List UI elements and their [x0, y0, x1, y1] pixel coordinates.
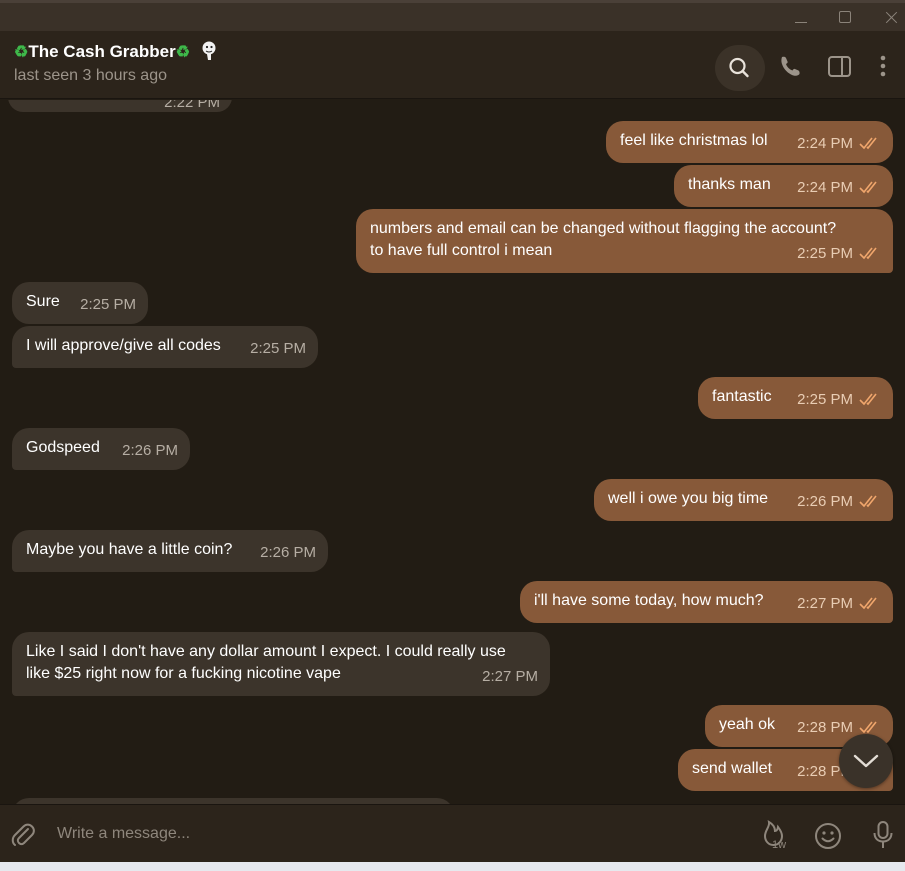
telegram-window: ♻The Cash Grabber♻ last seen 3 hours ago [0, 0, 905, 862]
attach-button[interactable] [9, 820, 37, 848]
read-ticks-icon [859, 247, 877, 260]
face-emoji-icon [202, 41, 216, 60]
maximize-button[interactable] [822, 3, 868, 31]
more-options-button[interactable] [866, 49, 902, 85]
message-time: 2:27 PM [482, 668, 538, 685]
message-time: 2:27 PM [797, 595, 853, 612]
message-time: 2:26 PM [260, 544, 316, 561]
message-text: Like I said I don't have any dollar amou… [26, 643, 506, 682]
read-ticks-icon [859, 393, 877, 406]
message-bubble[interactable]: Like I said I don't have any dollar amou… [12, 632, 550, 696]
side-panel-icon [828, 56, 851, 77]
chat-title[interactable]: ♻The Cash Grabber♻ [14, 41, 217, 62]
message-text: Sure [26, 293, 60, 310]
phone-icon [781, 56, 800, 76]
minimize-icon [795, 22, 807, 23]
message-bubble[interactable]: thanks man 2:24 PM [674, 165, 893, 207]
recycle-emoji: ♻ [14, 44, 29, 61]
read-ticks-icon [859, 721, 877, 734]
recycle-emoji: ♻ [175, 44, 191, 61]
message-time: 2:24 PM [797, 179, 853, 196]
maximize-icon [839, 11, 851, 23]
message-bubble[interactable]: Maybe you have a little coin? 2:26 PM [12, 530, 328, 572]
message-meta: 2:24 PM [797, 177, 881, 199]
message-bubble[interactable]: feel like christmas lol 2:24 PM [606, 121, 893, 163]
message-time: 2:25 PM [80, 296, 136, 313]
message-bubble[interactable]: Godspeed 2:26 PM [12, 428, 190, 470]
taskbar-edge [0, 862, 905, 871]
emoji-button[interactable] [813, 821, 843, 851]
smiley-icon [815, 823, 841, 849]
window-titlebar [0, 3, 905, 31]
message-text: Godspeed [26, 439, 100, 456]
message-time: 2:24 PM [797, 135, 853, 152]
last-seen-status: last seen 3 hours ago [14, 67, 167, 84]
message-text: fantastic [712, 388, 772, 405]
message-meta: 2:25 PM [797, 389, 881, 411]
message-input[interactable] [57, 819, 677, 849]
message-list[interactable]: 2:22 PM feel like christmas lol 2:24 PM … [0, 100, 905, 804]
message-composer: 1w [0, 804, 905, 862]
message-bubble[interactable]: I will approve/give all codes 2:25 PM [12, 326, 318, 368]
voice-message-button[interactable] [868, 818, 898, 852]
message-bubble[interactable]: well i owe you big time 2:26 PM [594, 479, 893, 521]
microphone-icon [873, 821, 893, 848]
message-time: 2:26 PM [122, 442, 178, 459]
read-ticks-icon [859, 181, 877, 194]
minimize-button[interactable] [777, 3, 823, 31]
message-text: i'll have some today, how much? [534, 592, 764, 609]
message-text: send wallet [692, 760, 773, 777]
message-time: 2:22 PM [164, 100, 220, 111]
message-bubble[interactable]: fantastic 2:25 PM [698, 377, 893, 419]
message-text: thanks man [688, 176, 771, 193]
toggle-side-panel-button[interactable] [822, 49, 858, 85]
chevron-down-icon [853, 754, 879, 768]
message-bubble[interactable]: i'll have some today, how much? 2:27 PM [520, 581, 893, 623]
message-text: feel like christmas lol [620, 132, 768, 149]
message-bubble[interactable]: Sure 2:25 PM [12, 282, 148, 324]
message-text: well i owe you big time [608, 490, 769, 507]
scroll-to-bottom-button[interactable] [839, 734, 893, 788]
message-meta: 2:24 PM [797, 133, 881, 155]
chat-header: ♻The Cash Grabber♻ last seen 3 hours ago [0, 31, 905, 99]
message-text: yeah ok [719, 716, 776, 733]
message-bubble[interactable]: 2:22 PM [8, 100, 232, 112]
read-ticks-icon [859, 597, 877, 610]
message-time: 2:25 PM [250, 340, 306, 357]
close-button[interactable] [864, 3, 905, 31]
message-bubble[interactable]: numbers and email can be changed without… [356, 209, 893, 273]
message-time: 2:25 PM [797, 391, 853, 408]
search-button[interactable] [715, 45, 765, 91]
message-text: I will approve/give all codes [26, 337, 221, 354]
message-meta: 2:27 PM [797, 593, 881, 615]
search-icon [729, 57, 749, 78]
message-time: 2:25 PM [797, 245, 853, 262]
read-ticks-icon [859, 137, 877, 150]
timer-label: 1w [772, 839, 787, 851]
message-text: numbers and email can be changed without… [370, 220, 837, 259]
read-ticks-icon [859, 495, 877, 508]
message-meta: 2:26 PM [797, 491, 881, 513]
chat-title-text: The Cash Grabber [28, 42, 176, 61]
call-button[interactable] [773, 49, 809, 85]
message-text: Maybe you have a little coin? [26, 541, 233, 558]
auto-delete-timer-button[interactable]: 1w [757, 819, 791, 853]
message-meta: 2:25 PM [797, 243, 881, 265]
message-time: 2:26 PM [797, 493, 853, 510]
paperclip-icon [11, 823, 35, 846]
more-icon [880, 55, 886, 77]
